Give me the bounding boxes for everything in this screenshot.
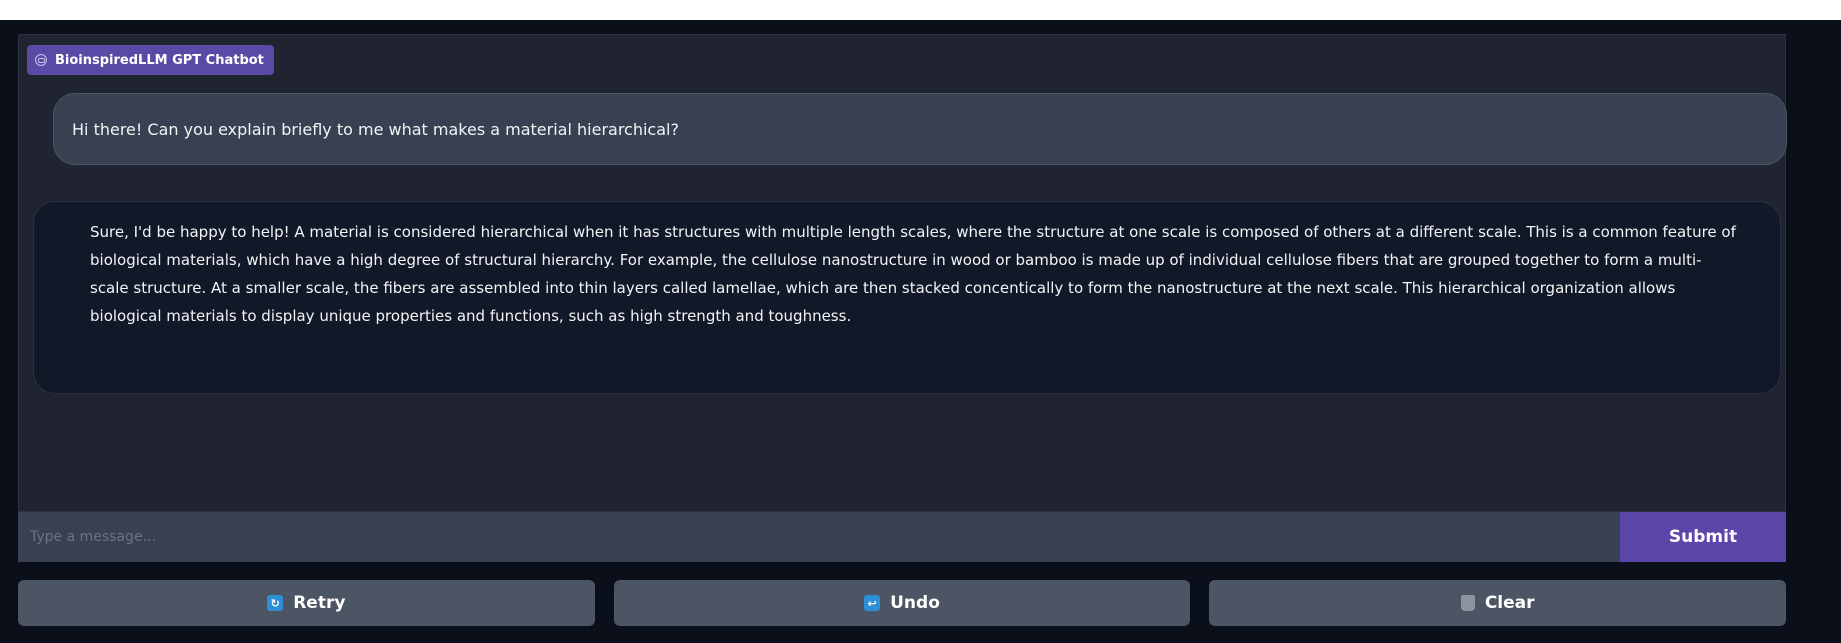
clear-label: Clear xyxy=(1484,593,1535,613)
user-message-text: Hi there! Can you explain briefly to me … xyxy=(72,119,679,139)
chatbot-panel: BioinspiredLLM GPT Chatbot Hi there! Can… xyxy=(18,34,1787,512)
clear-button[interactable]: Clear xyxy=(1209,580,1787,626)
undo-label: Undo xyxy=(890,593,940,613)
chatbot-label-text: BioinspiredLLM GPT Chatbot xyxy=(55,52,264,68)
undo-button[interactable]: ↩ Undo xyxy=(613,580,1191,626)
app-frame: BioinspiredLLM GPT Chatbot Hi there! Can… xyxy=(0,20,1841,643)
retry-button[interactable]: ↻ Retry xyxy=(18,580,595,626)
trash-icon xyxy=(1460,595,1475,611)
bot-message-text: Sure, I'd be happy to help! A material i… xyxy=(90,223,1736,325)
undo-icon: ↩ xyxy=(864,595,881,611)
retry-label: Retry xyxy=(293,593,346,613)
chat-bubble-icon xyxy=(35,54,47,66)
chatbot-label: BioinspiredLLM GPT Chatbot xyxy=(27,45,274,75)
action-buttons: ↻ Retry ↩ Undo Clear xyxy=(18,580,1787,626)
bot-message: Sure, I'd be happy to help! A material i… xyxy=(33,201,1781,394)
message-input-row: Submit xyxy=(18,512,1786,562)
submit-button[interactable]: Submit xyxy=(1620,512,1786,562)
message-input[interactable] xyxy=(18,512,1620,562)
retry-icon: ↻ xyxy=(267,595,284,611)
user-message: Hi there! Can you explain briefly to me … xyxy=(53,93,1787,165)
